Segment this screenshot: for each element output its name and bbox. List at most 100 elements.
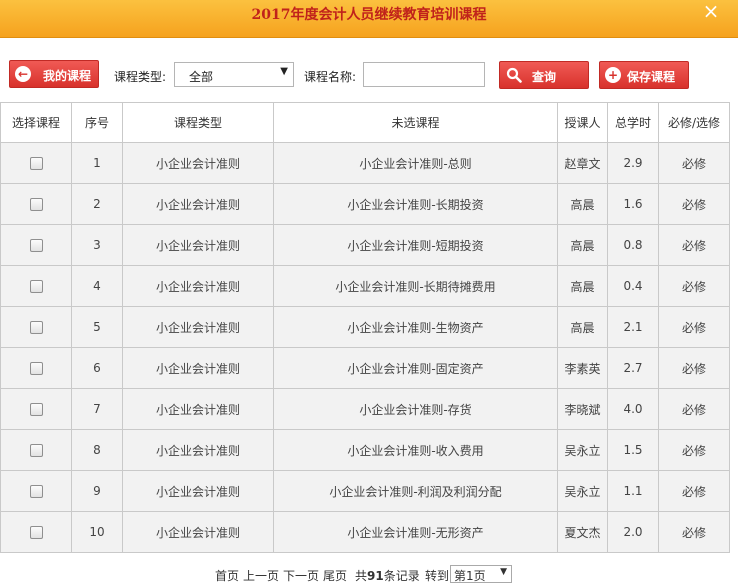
my-course-label: 我的课程 — [43, 69, 92, 83]
close-icon[interactable]: × — [702, 1, 720, 21]
required-cell: 必修 — [658, 347, 730, 389]
select-checkbox[interactable] — [29, 526, 43, 539]
table-row: 7 小企业会计准则 小企业会计准则-存货 李晓斌 4.0 必修 — [0, 388, 730, 430]
hours-cell: 2.7 — [607, 347, 659, 389]
select-checkbox[interactable] — [29, 198, 43, 211]
select-checkbox[interactable] — [29, 280, 43, 293]
required-cell: 必修 — [658, 183, 730, 225]
first-page-link[interactable]: 首页 — [215, 567, 239, 584]
select-checkbox[interactable] — [29, 403, 43, 416]
header-total-hours: 总学时 — [607, 102, 659, 143]
total-prefix: 共 — [355, 569, 368, 583]
my-course-button[interactable]: ← 我的课程 — [9, 60, 99, 88]
row-number: 5 — [71, 306, 123, 348]
table-row: 3 小企业会计准则 小企业会计准则-短期投资 高晨 0.8 必修 — [0, 224, 730, 266]
goto-label: 转到 — [425, 569, 450, 583]
required-cell: 必修 — [658, 470, 730, 512]
required-cell: 必修 — [658, 142, 730, 184]
required-cell: 必修 — [658, 265, 730, 307]
course-type-cell: 小企业会计准则 — [122, 142, 274, 184]
select-checkbox-cell — [0, 306, 72, 348]
required-cell: 必修 — [658, 224, 730, 266]
table-row: 4 小企业会计准则 小企业会计准则-长期待摊费用 高晨 0.4 必修 — [0, 265, 730, 307]
toolbar: ← 我的课程 课程类型: 全部 ▼ 课程名称: 查询 + 保存课程 — [0, 60, 738, 92]
course-name-cell: 小企业会计准则-生物资产 — [273, 306, 558, 348]
total-suffix: 条记录 — [383, 569, 420, 583]
window-title: 2017年度会计人员继续教育培训课程 — [251, 7, 487, 23]
save-course-button[interactable]: + 保存课程 — [599, 61, 689, 89]
hours-cell: 1.5 — [607, 429, 659, 471]
teacher-cell: 高晨 — [557, 183, 608, 225]
course-type-select[interactable]: 全部 ▼ — [174, 62, 294, 87]
course-name-input[interactable] — [363, 62, 485, 87]
select-checkbox[interactable] — [29, 444, 43, 457]
hours-cell: 0.8 — [607, 224, 659, 266]
select-checkbox-cell — [0, 347, 72, 389]
select-checkbox-cell — [0, 142, 72, 184]
course-name-cell: 小企业会计准则-无形资产 — [273, 511, 558, 553]
required-cell: 必修 — [658, 429, 730, 471]
table-row: 2 小企业会计准则 小企业会计准则-长期投资 高晨 1.6 必修 — [0, 183, 730, 225]
row-number: 7 — [71, 388, 123, 430]
select-checkbox-cell — [0, 265, 72, 307]
arrow-left-icon: ← — [15, 66, 31, 82]
select-checkbox[interactable] — [29, 321, 43, 334]
course-type-value: 全部 — [189, 70, 214, 84]
table-row: 9 小企业会计准则 小企业会计准则-利润及利润分配 吴永立 1.1 必修 — [0, 470, 730, 512]
course-type-cell: 小企业会计准则 — [122, 306, 274, 348]
goto-page-select[interactable]: 第1页 ▼ — [450, 565, 512, 583]
course-type-cell: 小企业会计准则 — [122, 511, 274, 553]
select-checkbox-cell — [0, 429, 72, 471]
search-label: 查询 — [532, 70, 557, 84]
course-type-label: 课程类型: — [114, 70, 167, 84]
select-checkbox[interactable] — [29, 485, 43, 498]
total-records: 共91条记录 — [355, 567, 420, 584]
plus-icon: + — [605, 67, 621, 83]
last-page-link[interactable]: 尾页 — [323, 567, 347, 584]
course-name-cell: 小企业会计准则-长期待摊费用 — [273, 265, 558, 307]
course-type-cell: 小企业会计准则 — [122, 183, 274, 225]
hours-cell: 2.9 — [607, 142, 659, 184]
table-row: 10 小企业会计准则 小企业会计准则-无形资产 夏文杰 2.0 必修 — [0, 511, 730, 553]
course-name-cell: 小企业会计准则-短期投资 — [273, 224, 558, 266]
search-icon — [506, 67, 522, 83]
header-course-type[interactable]: 课程类型 — [122, 102, 274, 143]
select-checkbox[interactable] — [29, 362, 43, 375]
header-unselected-course[interactable]: 未选课程 — [273, 102, 558, 143]
teacher-cell: 高晨 — [557, 306, 608, 348]
teacher-cell: 李素英 — [557, 347, 608, 389]
save-course-label: 保存课程 — [627, 70, 676, 84]
course-type-cell: 小企业会计准则 — [122, 388, 274, 430]
course-name-cell: 小企业会计准则-固定资产 — [273, 347, 558, 389]
chevron-down-icon: ▼ — [280, 66, 288, 77]
table-row: 1 小企业会计准则 小企业会计准则-总则 赵章文 2.9 必修 — [0, 142, 730, 184]
hours-cell: 1.1 — [607, 470, 659, 512]
search-button[interactable]: 查询 — [499, 61, 589, 89]
course-type-cell: 小企业会计准则 — [122, 224, 274, 266]
required-cell: 必修 — [658, 306, 730, 348]
title-bar: 2017年度会计人员继续教育培训课程 × — [0, 0, 738, 38]
prev-page-link[interactable]: 上一页 — [243, 567, 279, 584]
course-type-cell: 小企业会计准则 — [122, 470, 274, 512]
select-checkbox[interactable] — [29, 157, 43, 170]
header-number: 序号 — [71, 102, 123, 143]
row-number: 4 — [71, 265, 123, 307]
row-number: 1 — [71, 142, 123, 184]
table-row: 5 小企业会计准则 小企业会计准则-生物资产 高晨 2.1 必修 — [0, 306, 730, 348]
table-row: 8 小企业会计准则 小企业会计准则-收入费用 吴永立 1.5 必修 — [0, 429, 730, 471]
header-teacher: 授课人 — [557, 102, 608, 143]
course-name-label: 课程名称: — [304, 70, 357, 84]
course-type-cell: 小企业会计准则 — [122, 429, 274, 471]
table-header-row: 选择课程 序号 课程类型 未选课程 授课人 总学时 必修/选修 — [0, 102, 730, 143]
header-required: 必修/选修 — [658, 102, 730, 143]
next-page-link[interactable]: 下一页 — [283, 567, 319, 584]
hours-cell: 4.0 — [607, 388, 659, 430]
select-checkbox-cell — [0, 511, 72, 553]
course-name-cell: 小企业会计准则-总则 — [273, 142, 558, 184]
course-name-cell: 小企业会计准则-存货 — [273, 388, 558, 430]
select-checkbox-cell — [0, 388, 72, 430]
select-checkbox[interactable] — [29, 239, 43, 252]
chevron-down-icon: ▼ — [500, 567, 507, 577]
hours-cell: 1.6 — [607, 183, 659, 225]
select-checkbox-cell — [0, 224, 72, 266]
